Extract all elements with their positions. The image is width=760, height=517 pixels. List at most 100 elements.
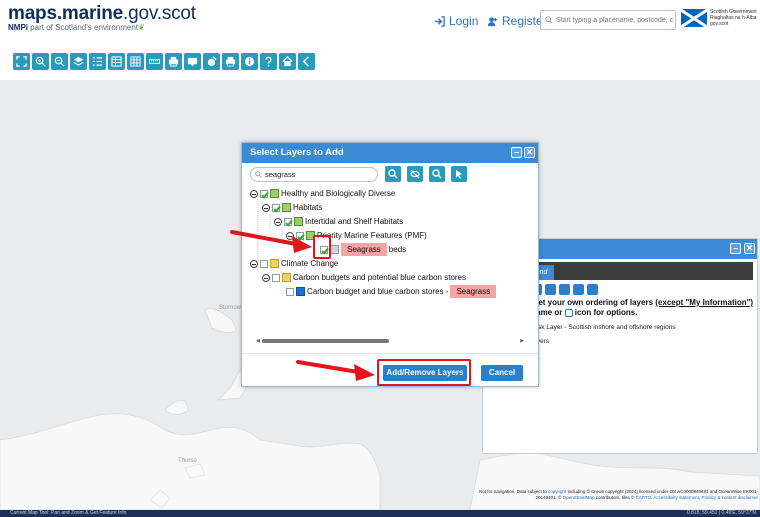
draw-icon — [207, 55, 217, 66]
login-link[interactable]: Login — [434, 14, 478, 28]
scroll-left-icon[interactable]: ◀ — [256, 338, 260, 344]
draw-button[interactable] — [203, 52, 220, 70]
dialog-title: Select Layers to Add — [250, 147, 344, 158]
place-search-input[interactable] — [555, 16, 675, 24]
map-control-instructions: p to set your own ordering of layers (ex… — [517, 298, 757, 318]
checkbox[interactable] — [260, 259, 268, 268]
collapse-icon[interactable] — [262, 203, 270, 212]
search-layers-button[interactable] — [385, 166, 401, 182]
accessibility-link[interactable]: Accessibility statement — [653, 495, 699, 500]
clear-search-button[interactable] — [407, 166, 423, 182]
tree-row-habitats[interactable]: Habitats — [262, 201, 322, 214]
tree-row-intertidal[interactable]: Intertidal and Shelf Habitats — [274, 215, 403, 228]
layer-search-input[interactable] — [265, 170, 375, 179]
collapse-icon[interactable] — [250, 189, 258, 198]
tree-label: Intertidal and Shelf Habitats — [305, 217, 404, 226]
collapse-icon[interactable] — [262, 273, 270, 282]
map-label-thurso: Thurso — [178, 458, 197, 464]
map-attribution: Not for navigation. Data subject to copy… — [479, 489, 758, 501]
carto-link[interactable]: CARTO — [636, 495, 652, 500]
pointer-icon — [456, 170, 462, 179]
collapse-icon[interactable] — [250, 259, 258, 268]
layer-grid-icon[interactable] — [545, 284, 556, 295]
copyright-link[interactable]: copyright — [548, 489, 566, 494]
info-icon — [244, 56, 255, 66]
zoom-in-button[interactable] — [32, 52, 49, 70]
login-icon — [434, 15, 445, 27]
measure-button[interactable] — [146, 52, 163, 70]
scroll-right-icon[interactable]: ▶ — [520, 338, 524, 344]
minimize-button[interactable]: – — [730, 243, 741, 254]
attribution-text-1a: Not for navigation. Data subject to — [479, 489, 549, 494]
print-button[interactable] — [222, 52, 239, 70]
logo-sub-bold: NMPi — [8, 23, 28, 32]
data-table-button[interactable] — [108, 52, 125, 70]
status-bar: Current Map Tool: Pan and Zoom & Get Fea… — [0, 510, 760, 517]
dialog-titlebar[interactable]: Select Layers to Add – ✕ — [242, 143, 538, 163]
folder-icon — [282, 203, 291, 212]
tree-row-carbon-budgets[interactable]: Carbon budgets and potential blue carbon… — [262, 271, 466, 284]
bookmark-button[interactable] — [184, 52, 201, 70]
collapse-icon[interactable] — [274, 217, 282, 226]
base-layers-label[interactable]: se Layers — [521, 338, 757, 345]
zoom-search-button[interactable] — [429, 166, 445, 182]
info-button[interactable] — [241, 52, 258, 70]
folder-icon — [282, 273, 291, 282]
help-icon — [265, 56, 272, 66]
mask-layer-row[interactable]: Mask Layer - Scottish inshore and offsho… — [517, 323, 757, 332]
checkbox[interactable] — [284, 217, 292, 226]
instructions-line-2: yer name or icon for options. — [517, 308, 757, 318]
checkbox[interactable] — [286, 287, 294, 296]
tree-row-healthy[interactable]: Healthy and Biologically Diverse — [250, 187, 395, 200]
site-header: maps.marine.gov.scot NMPi part of Scotla… — [0, 0, 760, 40]
zoom-out-button[interactable] — [51, 52, 68, 70]
site-logo[interactable]: maps.marine.gov.scot NMPi part of Scotla… — [8, 3, 196, 32]
print-map-button[interactable] — [165, 52, 182, 70]
logo-bold: maps.marine — [8, 3, 124, 24]
tree-row-carbon-seagrass[interactable]: Carbon budget and blue carbon stores - S… — [286, 285, 497, 298]
cancel-button[interactable]: Cancel — [481, 365, 523, 381]
dialog-close-button[interactable]: ✕ — [524, 147, 535, 158]
register-link[interactable]: Register — [487, 14, 547, 28]
grid-button[interactable] — [127, 52, 144, 70]
privacy-link[interactable]: Privacy & content disclaimer — [701, 495, 758, 500]
checkbox[interactable] — [272, 203, 280, 212]
search-icon — [545, 16, 553, 24]
gov-scot-logo[interactable]: Scottish Government Riaghaltas na h-Alba… — [681, 9, 758, 27]
layer-info-icon[interactable] — [573, 284, 584, 295]
dialog-minimize-button[interactable]: – — [511, 147, 522, 158]
fullscreen-icon — [16, 55, 27, 67]
leaf-icon: ❦ — [138, 23, 145, 32]
register-icon — [487, 16, 498, 26]
place-search[interactable] — [540, 10, 676, 30]
collapse-toolbar-button[interactable] — [298, 52, 315, 70]
home-button[interactable] — [279, 52, 296, 70]
horizontal-scrollbar[interactable]: ◀ ▶ — [256, 338, 524, 344]
close-button[interactable]: ✕ — [744, 243, 755, 254]
attribution-line-2: 20146401. © OpenStreetMap contributors, … — [535, 495, 758, 500]
annotation-arrow-2 — [296, 360, 375, 381]
folder-icon — [270, 259, 279, 268]
magnifier-icon — [432, 169, 442, 179]
options-icon — [564, 308, 573, 317]
attribution-text-2a: 20146401. © — [535, 495, 563, 500]
annotation-box-checkbox — [313, 235, 331, 259]
checkbox[interactable] — [272, 273, 280, 282]
checkbox[interactable] — [260, 189, 268, 198]
legend-button[interactable] — [89, 52, 106, 70]
osm-link[interactable]: OpenStreetMap — [563, 495, 595, 500]
help-button[interactable] — [260, 52, 277, 70]
tree-label: Carbon budgets and potential blue carbon… — [293, 273, 467, 282]
layer-search[interactable] — [250, 167, 378, 182]
layers-button[interactable] — [70, 52, 87, 70]
tree-row-seagrass-beds[interactable]: Seagrass beds — [320, 243, 406, 256]
layers-icon — [73, 56, 84, 66]
layer-download-icon[interactable] — [587, 284, 598, 295]
tree-label: Climate Change — [281, 259, 339, 268]
select-layers-dialog: Select Layers to Add – ✕ Healthy and Bio… — [241, 142, 539, 387]
pointer-button[interactable] — [451, 166, 467, 182]
status-text: Current Map Tool: Pan and Zoom & Get Fea… — [10, 510, 127, 516]
layer-delete-icon[interactable] — [559, 284, 570, 295]
fullscreen-button[interactable] — [13, 52, 30, 70]
scrollbar-thumb[interactable] — [262, 339, 389, 343]
